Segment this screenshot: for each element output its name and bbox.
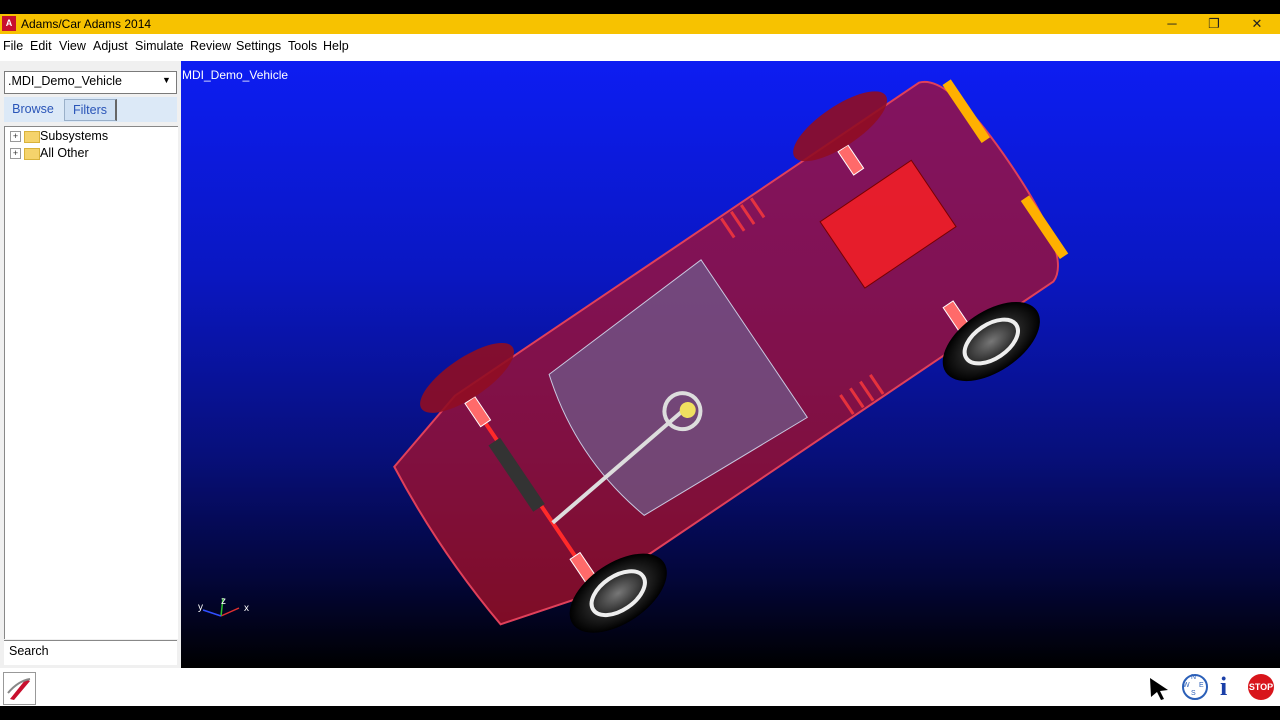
stop-button[interactable]: STOP: [1248, 674, 1274, 700]
menu-review[interactable]: Review: [190, 39, 231, 53]
3d-viewport[interactable]: [181, 61, 1280, 668]
restore-button[interactable]: ❐: [1193, 14, 1235, 34]
browser-tree: [4, 126, 178, 639]
adams-command-icon[interactable]: [3, 672, 36, 705]
chevron-down-icon[interactable]: ▼: [162, 75, 171, 85]
title-bar: [0, 14, 1280, 34]
compass-w: W: [1183, 682, 1190, 689]
compass-e: E: [1199, 682, 1204, 689]
folder-icon: [24, 148, 40, 160]
menu-edit[interactable]: Edit: [30, 39, 52, 53]
stop-label: STOP: [1248, 682, 1274, 692]
menu-help[interactable]: Help: [323, 39, 349, 53]
tree-item-subsystems[interactable]: Subsystems: [40, 129, 108, 143]
triad-z-label: z: [221, 596, 226, 607]
triad-x-label: x: [244, 603, 249, 614]
viewport-model-label: MDI_Demo_Vehicle: [182, 68, 289, 82]
bottom-strip: [0, 706, 1280, 720]
vehicle-model-render: [202, 79, 1069, 633]
minimize-button[interactable]: ─: [1151, 14, 1193, 34]
tab-browse[interactable]: Browse: [6, 99, 60, 120]
compass-s: S: [1191, 690, 1196, 697]
menu-adjust[interactable]: Adjust: [93, 39, 128, 53]
expand-icon[interactable]: +: [10, 148, 21, 159]
model-select-value: .MDI_Demo_Vehicle: [8, 74, 122, 88]
tab-filters[interactable]: Filters: [64, 99, 117, 121]
triad-y-label: y: [198, 602, 203, 613]
search-label: Search: [9, 644, 49, 658]
status-bar: [0, 668, 1280, 706]
tree-item-all-other[interactable]: All Other: [40, 146, 89, 160]
expand-icon[interactable]: +: [10, 131, 21, 142]
cursor-arrow-icon[interactable]: [1144, 672, 1174, 702]
menu-tools[interactable]: Tools: [288, 39, 317, 53]
menu-settings[interactable]: Settings: [236, 39, 281, 53]
window-title: Adams/Car Adams 2014: [21, 17, 152, 31]
menu-simulate[interactable]: Simulate: [135, 39, 184, 53]
close-button[interactable]: ✕: [1236, 14, 1278, 34]
menu-view[interactable]: View: [59, 39, 86, 53]
folder-icon: [24, 131, 40, 143]
menu-file[interactable]: File: [3, 39, 23, 53]
adams-logo-icon: A: [2, 16, 16, 31]
info-icon[interactable]: i: [1220, 672, 1227, 702]
compass-n: N: [1191, 674, 1197, 681]
